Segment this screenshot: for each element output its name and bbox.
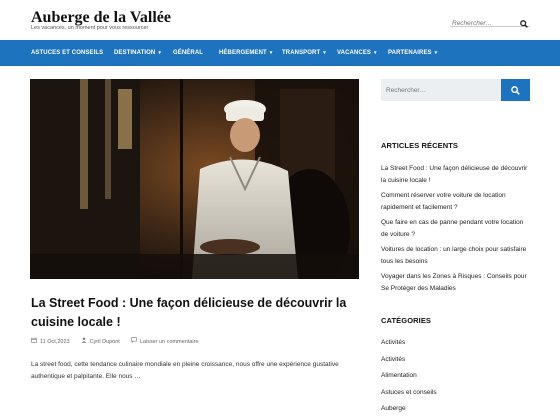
nav-item-general[interactable]: Général: [173, 40, 203, 66]
category-link[interactable]: Auberge: [381, 403, 531, 420]
category-link[interactable]: Activités: [381, 337, 531, 354]
calendar-icon: [31, 337, 37, 345]
sidebar-search: [381, 79, 530, 101]
post-meta: 11 Oct,2023 Cyril Dupont Laisser un comm…: [31, 337, 199, 345]
featured-image[interactable]: [30, 79, 359, 279]
post-excerpt: La street food, cette tendance culinaire…: [31, 361, 339, 380]
sidebar-search-input[interactable]: [381, 79, 501, 101]
chevron-down-icon: ▾: [374, 50, 377, 56]
recent-post-link[interactable]: Voitures de location : un large choix po…: [381, 244, 531, 268]
site-tagline: Les vacances, un moment pour vous ressou…: [31, 25, 149, 31]
nav-label: Général: [173, 50, 204, 56]
search-icon[interactable]: [520, 15, 528, 33]
nav-item-hebergement[interactable]: Hébergement ▾: [219, 40, 272, 66]
recent-post-link[interactable]: Comment réserver votre voiture de locati…: [381, 190, 531, 214]
nav-label: Destination: [114, 50, 156, 56]
categories-list: Activités Activités Alimentation Astuces…: [381, 337, 531, 420]
nav-label: Transport: [282, 50, 321, 56]
category-link[interactable]: Astuces et conseils: [381, 387, 531, 404]
categories-title: CATÉGORIES: [381, 316, 432, 325]
recent-post-link[interactable]: Que faire en cas de panne pendant votre …: [381, 217, 531, 241]
chevron-down-icon: ▾: [269, 50, 273, 56]
recent-posts-list: La Street Food : Une façon délicieuse de…: [381, 163, 531, 298]
recent-post-link[interactable]: Voyager dans les Zones à Risques : Conse…: [381, 271, 531, 295]
comment-icon: [131, 337, 137, 345]
nav-item-partenaires[interactable]: Partenaires ▾: [388, 40, 437, 66]
street-food-photo: [30, 79, 359, 279]
search-icon: [511, 86, 520, 95]
category-link[interactable]: Alimentation: [381, 370, 531, 387]
recent-posts-title: ARTICLES RÉCENTS: [381, 141, 459, 150]
post-author[interactable]: Cyril Dupont: [90, 339, 120, 345]
nav-item-vacances[interactable]: Vacances ▾: [337, 40, 377, 66]
post-date[interactable]: 11 Oct,2023: [40, 339, 70, 345]
nav-label: Hébergement: [219, 50, 267, 56]
chevron-down-icon: ▾: [434, 50, 438, 56]
nav-label: Partenaires: [388, 50, 432, 56]
main-navigation: Astuces et conseils Destination ▾ Général…: [0, 40, 560, 66]
user-icon: [81, 337, 87, 345]
header-search-input[interactable]: [450, 16, 514, 31]
header-search: [450, 12, 530, 31]
nav-label: Astuces et conseils: [31, 50, 104, 56]
category-link[interactable]: Activités: [381, 354, 531, 371]
chevron-down-icon: ▾: [158, 50, 161, 56]
nav-item-transport[interactable]: Transport ▾: [282, 40, 326, 66]
sidebar-search-button[interactable]: [501, 79, 530, 101]
nav-item-destination[interactable]: Destination ▾: [114, 40, 161, 66]
recent-post-link[interactable]: La Street Food : Une façon délicieuse de…: [381, 163, 531, 187]
post-title[interactable]: La Street Food : Une façon délicieuse de…: [31, 294, 351, 332]
chevron-down-icon: ▾: [323, 50, 326, 56]
comment-link[interactable]: Laisser un commentaire: [140, 339, 199, 345]
nav-item-astuces[interactable]: Astuces et conseils: [31, 40, 103, 66]
nav-label: Vacances: [337, 50, 372, 56]
site-header: Auberge de la Vallée Les vacances, un mo…: [0, 0, 560, 40]
